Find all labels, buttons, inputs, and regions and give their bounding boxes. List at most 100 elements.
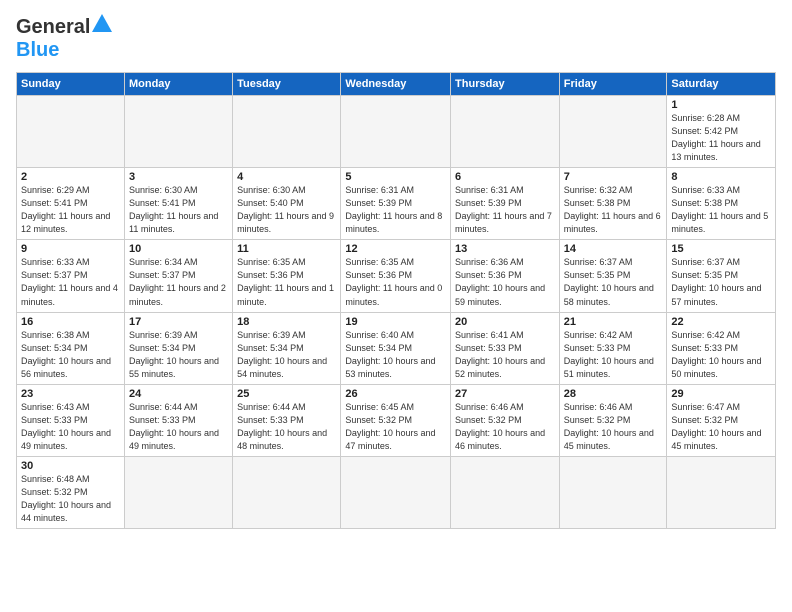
day-info: Sunrise: 6:42 AM Sunset: 5:33 PM Dayligh… <box>564 329 663 381</box>
table-row <box>233 456 341 528</box>
table-row: 13Sunrise: 6:36 AM Sunset: 5:36 PM Dayli… <box>451 240 560 312</box>
table-row: 23Sunrise: 6:43 AM Sunset: 5:33 PM Dayli… <box>17 384 125 456</box>
week-row-2: 2Sunrise: 6:29 AM Sunset: 5:41 PM Daylig… <box>17 168 776 240</box>
day-number: 14 <box>564 243 663 255</box>
day-number: 20 <box>455 316 555 328</box>
table-row: 9Sunrise: 6:33 AM Sunset: 5:37 PM Daylig… <box>17 240 125 312</box>
day-info: Sunrise: 6:31 AM Sunset: 5:39 PM Dayligh… <box>455 184 555 236</box>
table-row: 27Sunrise: 6:46 AM Sunset: 5:32 PM Dayli… <box>451 384 560 456</box>
table-row <box>341 96 451 168</box>
table-row: 10Sunrise: 6:34 AM Sunset: 5:37 PM Dayli… <box>124 240 232 312</box>
week-row-4: 16Sunrise: 6:38 AM Sunset: 5:34 PM Dayli… <box>17 312 776 384</box>
table-row: 28Sunrise: 6:46 AM Sunset: 5:32 PM Dayli… <box>559 384 667 456</box>
day-info: Sunrise: 6:48 AM Sunset: 5:32 PM Dayligh… <box>21 473 120 525</box>
day-number: 10 <box>129 243 228 255</box>
table-row: 7Sunrise: 6:32 AM Sunset: 5:38 PM Daylig… <box>559 168 667 240</box>
day-info: Sunrise: 6:39 AM Sunset: 5:34 PM Dayligh… <box>237 329 336 381</box>
day-info: Sunrise: 6:35 AM Sunset: 5:36 PM Dayligh… <box>237 256 336 308</box>
day-info: Sunrise: 6:36 AM Sunset: 5:36 PM Dayligh… <box>455 256 555 308</box>
weekday-header-sunday: Sunday <box>17 73 125 96</box>
day-number: 17 <box>129 316 228 328</box>
table-row <box>451 96 560 168</box>
table-row: 21Sunrise: 6:42 AM Sunset: 5:33 PM Dayli… <box>559 312 667 384</box>
day-info: Sunrise: 6:33 AM Sunset: 5:37 PM Dayligh… <box>21 256 120 308</box>
table-row: 22Sunrise: 6:42 AM Sunset: 5:33 PM Dayli… <box>667 312 776 384</box>
table-row <box>124 96 232 168</box>
table-row <box>341 456 451 528</box>
day-number: 5 <box>345 171 446 183</box>
day-info: Sunrise: 6:43 AM Sunset: 5:33 PM Dayligh… <box>21 401 120 453</box>
table-row: 2Sunrise: 6:29 AM Sunset: 5:41 PM Daylig… <box>17 168 125 240</box>
day-info: Sunrise: 6:45 AM Sunset: 5:32 PM Dayligh… <box>345 401 446 453</box>
week-row-5: 23Sunrise: 6:43 AM Sunset: 5:33 PM Dayli… <box>17 384 776 456</box>
table-row: 29Sunrise: 6:47 AM Sunset: 5:32 PM Dayli… <box>667 384 776 456</box>
day-number: 30 <box>21 460 120 472</box>
table-row <box>667 456 776 528</box>
day-number: 21 <box>564 316 663 328</box>
day-info: Sunrise: 6:47 AM Sunset: 5:32 PM Dayligh… <box>671 401 771 453</box>
weekday-header-monday: Monday <box>124 73 232 96</box>
table-row: 20Sunrise: 6:41 AM Sunset: 5:33 PM Dayli… <box>451 312 560 384</box>
table-row <box>233 96 341 168</box>
weekday-header-tuesday: Tuesday <box>233 73 341 96</box>
day-number: 24 <box>129 388 228 400</box>
table-row: 24Sunrise: 6:44 AM Sunset: 5:33 PM Dayli… <box>124 384 232 456</box>
day-info: Sunrise: 6:44 AM Sunset: 5:33 PM Dayligh… <box>237 401 336 453</box>
table-row: 3Sunrise: 6:30 AM Sunset: 5:41 PM Daylig… <box>124 168 232 240</box>
table-row: 17Sunrise: 6:39 AM Sunset: 5:34 PM Dayli… <box>124 312 232 384</box>
day-info: Sunrise: 6:37 AM Sunset: 5:35 PM Dayligh… <box>671 256 771 308</box>
day-info: Sunrise: 6:42 AM Sunset: 5:33 PM Dayligh… <box>671 329 771 381</box>
weekday-header-friday: Friday <box>559 73 667 96</box>
day-number: 26 <box>345 388 446 400</box>
day-info: Sunrise: 6:37 AM Sunset: 5:35 PM Dayligh… <box>564 256 663 308</box>
table-row: 5Sunrise: 6:31 AM Sunset: 5:39 PM Daylig… <box>341 168 451 240</box>
day-number: 3 <box>129 171 228 183</box>
logo-general-text: General <box>16 16 90 39</box>
day-info: Sunrise: 6:32 AM Sunset: 5:38 PM Dayligh… <box>564 184 663 236</box>
table-row: 26Sunrise: 6:45 AM Sunset: 5:32 PM Dayli… <box>341 384 451 456</box>
day-number: 6 <box>455 171 555 183</box>
day-number: 1 <box>671 99 771 111</box>
table-row: 11Sunrise: 6:35 AM Sunset: 5:36 PM Dayli… <box>233 240 341 312</box>
day-info: Sunrise: 6:46 AM Sunset: 5:32 PM Dayligh… <box>564 401 663 453</box>
table-row: 1Sunrise: 6:28 AM Sunset: 5:42 PM Daylig… <box>667 96 776 168</box>
day-info: Sunrise: 6:40 AM Sunset: 5:34 PM Dayligh… <box>345 329 446 381</box>
day-number: 9 <box>21 243 120 255</box>
table-row: 4Sunrise: 6:30 AM Sunset: 5:40 PM Daylig… <box>233 168 341 240</box>
day-number: 8 <box>671 171 771 183</box>
week-row-1: 1Sunrise: 6:28 AM Sunset: 5:42 PM Daylig… <box>17 96 776 168</box>
table-row <box>451 456 560 528</box>
day-number: 18 <box>237 316 336 328</box>
day-info: Sunrise: 6:30 AM Sunset: 5:40 PM Dayligh… <box>237 184 336 236</box>
table-row: 14Sunrise: 6:37 AM Sunset: 5:35 PM Dayli… <box>559 240 667 312</box>
table-row: 12Sunrise: 6:35 AM Sunset: 5:36 PM Dayli… <box>341 240 451 312</box>
header: General Blue <box>16 16 776 62</box>
day-info: Sunrise: 6:39 AM Sunset: 5:34 PM Dayligh… <box>129 329 228 381</box>
table-row <box>559 456 667 528</box>
day-number: 16 <box>21 316 120 328</box>
table-row: 30Sunrise: 6:48 AM Sunset: 5:32 PM Dayli… <box>17 456 125 528</box>
table-row: 18Sunrise: 6:39 AM Sunset: 5:34 PM Dayli… <box>233 312 341 384</box>
day-number: 22 <box>671 316 771 328</box>
day-number: 25 <box>237 388 336 400</box>
day-info: Sunrise: 6:46 AM Sunset: 5:32 PM Dayligh… <box>455 401 555 453</box>
day-info: Sunrise: 6:41 AM Sunset: 5:33 PM Dayligh… <box>455 329 555 381</box>
logo: General Blue <box>16 16 112 62</box>
calendar-table: SundayMondayTuesdayWednesdayThursdayFrid… <box>16 72 776 529</box>
day-number: 4 <box>237 171 336 183</box>
day-number: 11 <box>237 243 336 255</box>
weekday-header-saturday: Saturday <box>667 73 776 96</box>
day-info: Sunrise: 6:35 AM Sunset: 5:36 PM Dayligh… <box>345 256 446 308</box>
table-row: 19Sunrise: 6:40 AM Sunset: 5:34 PM Dayli… <box>341 312 451 384</box>
table-row: 8Sunrise: 6:33 AM Sunset: 5:38 PM Daylig… <box>667 168 776 240</box>
day-number: 27 <box>455 388 555 400</box>
weekday-header-wednesday: Wednesday <box>341 73 451 96</box>
day-info: Sunrise: 6:29 AM Sunset: 5:41 PM Dayligh… <box>21 184 120 236</box>
day-number: 13 <box>455 243 555 255</box>
day-info: Sunrise: 6:28 AM Sunset: 5:42 PM Dayligh… <box>671 112 771 164</box>
weekday-header-row: SundayMondayTuesdayWednesdayThursdayFrid… <box>17 73 776 96</box>
day-info: Sunrise: 6:38 AM Sunset: 5:34 PM Dayligh… <box>21 329 120 381</box>
week-row-6: 30Sunrise: 6:48 AM Sunset: 5:32 PM Dayli… <box>17 456 776 528</box>
day-info: Sunrise: 6:33 AM Sunset: 5:38 PM Dayligh… <box>671 184 771 236</box>
logo-blue-text: Blue <box>16 39 59 61</box>
